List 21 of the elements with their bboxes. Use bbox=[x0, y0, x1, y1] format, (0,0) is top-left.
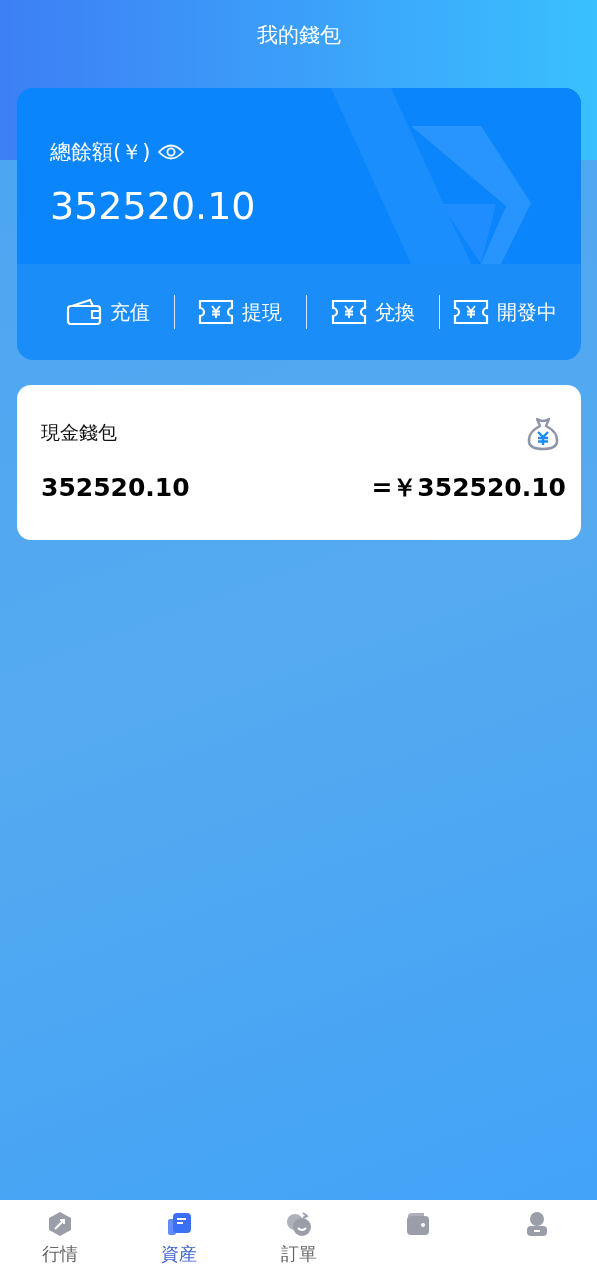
wallet-amount: 352520.10 bbox=[41, 473, 190, 502]
balance-amount: 352520.10 bbox=[50, 184, 257, 228]
action-label[interactable]: 提現 bbox=[242, 298, 283, 326]
tab-label[interactable]: 訂單 bbox=[280, 1242, 317, 1266]
action-label[interactable]: 兌換 bbox=[374, 298, 415, 326]
ticket-icon bbox=[198, 298, 235, 326]
converted-amount: =￥352520.10 bbox=[371, 472, 566, 504]
tab-label[interactable]: 資産 bbox=[161, 1242, 198, 1266]
action-label[interactable]: 充值 bbox=[109, 298, 150, 326]
action-label[interactable]: 開發中 bbox=[497, 298, 558, 326]
money-bag-icon bbox=[525, 415, 561, 451]
balance-label: 總餘額(￥) bbox=[50, 139, 151, 166]
wallet-name: 現金錢包 bbox=[41, 420, 117, 445]
tab-label[interactable]: 行情 bbox=[41, 1242, 78, 1266]
page-title: 我的錢包 bbox=[255, 22, 342, 49]
wallet-icon bbox=[65, 298, 102, 326]
ticket-icon bbox=[453, 298, 490, 326]
ticket-icon bbox=[330, 298, 367, 326]
document-icon[interactable] bbox=[165, 1210, 194, 1238]
wallet-card[interactable]: 現金錢包 352520.10 =￥352520.10 bbox=[17, 385, 581, 540]
eye-icon[interactable] bbox=[158, 143, 185, 161]
